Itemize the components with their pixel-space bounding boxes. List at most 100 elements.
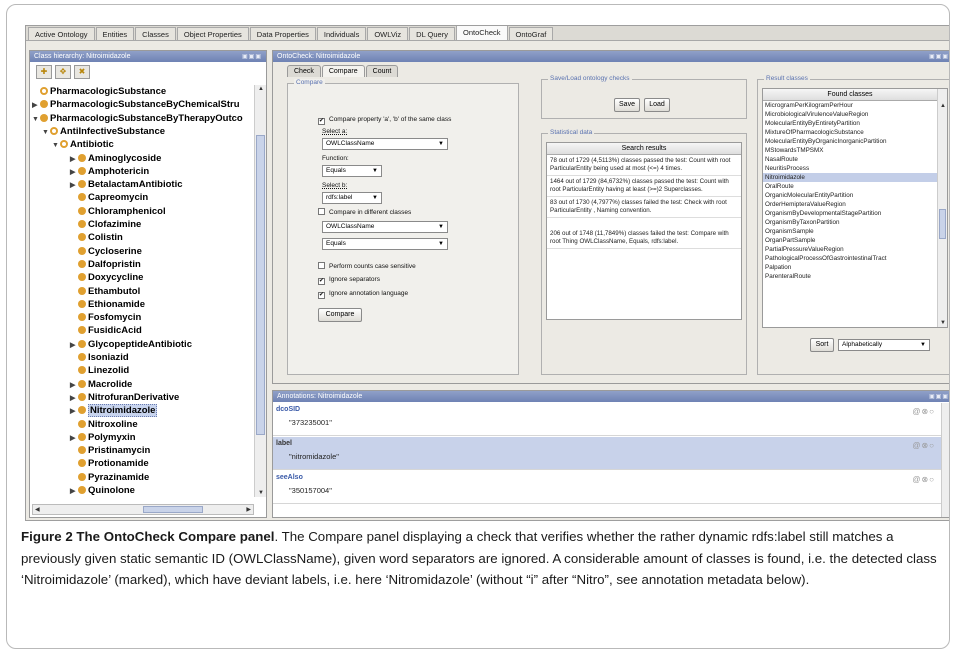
found-class-item[interactable]: OrderHemipteraValueRegion bbox=[763, 200, 937, 209]
tab-classes[interactable]: Classes bbox=[135, 27, 176, 40]
found-class-item[interactable]: MixtureOfPharmacologicSubstance bbox=[763, 128, 937, 137]
tree-node[interactable]: Protionamide bbox=[70, 457, 149, 470]
sort-order-dropdown[interactable]: Alphabetically ▼ bbox=[838, 339, 930, 351]
ignore-annotation-option[interactable]: ✔ Ignore annotation language bbox=[318, 290, 408, 299]
search-result-item[interactable]: 78 out of 1729 (4,5113%) classes passed … bbox=[547, 155, 741, 176]
select-b-dropdown[interactable]: rdfs:label ▼ bbox=[322, 192, 382, 204]
collapsed-toggle-icon[interactable]: ▶ bbox=[70, 405, 78, 418]
found-class-item[interactable]: MolecularEntityByEntiretyPartition bbox=[763, 119, 937, 128]
collapsed-toggle-icon[interactable]: ▶ bbox=[70, 392, 78, 405]
diff-classes-option[interactable]: Compare in different classes bbox=[318, 208, 411, 216]
scroll-up-icon[interactable]: ▲ bbox=[940, 103, 946, 109]
panel-controls-icon[interactable]: ▣▣▣ bbox=[242, 52, 262, 63]
tree-node[interactable]: Capreomycin bbox=[70, 191, 148, 204]
found-class-item[interactable]: OrganismSample bbox=[763, 227, 937, 236]
compare-button[interactable]: Compare bbox=[318, 308, 362, 322]
diff-select-2-dropdown[interactable]: Equals ▼ bbox=[322, 238, 448, 250]
subtab-check[interactable]: Check bbox=[287, 65, 321, 77]
tab-dl-query[interactable]: DL Query bbox=[409, 27, 455, 40]
annotation-row[interactable]: dcoSID "373235001" @⊗○ bbox=[273, 403, 941, 436]
tree-horizontal-scrollbar[interactable]: ◀ ▶ bbox=[32, 504, 254, 515]
tab-ontocheck[interactable]: OntoCheck bbox=[455, 26, 508, 40]
function-dropdown[interactable]: Equals ▼ bbox=[322, 165, 382, 177]
expanded-toggle-icon[interactable]: ▼ bbox=[52, 139, 60, 152]
ignore-separators-option[interactable]: ✔ Ignore separators bbox=[318, 276, 380, 285]
found-class-item[interactable]: MStowardsTMPSMX bbox=[763, 146, 937, 155]
tree-node[interactable]: ▼ Antibiotic bbox=[52, 138, 114, 151]
panel-controls-icon[interactable]: ▣▣▣ bbox=[929, 392, 949, 403]
select-a-dropdown[interactable]: OWLClassName ▼ bbox=[322, 138, 448, 150]
annotation-actions-icon[interactable]: @⊗○ bbox=[912, 407, 935, 416]
tree-node[interactable]: Chloramphenicol bbox=[70, 205, 166, 218]
tree-node[interactable]: Dalfopristin bbox=[70, 258, 141, 271]
annotation-actions-icon[interactable]: @⊗○ bbox=[912, 475, 935, 484]
tree-node[interactable]: Pristinamycin bbox=[70, 444, 150, 457]
tree-vertical-scrollbar[interactable]: ▲ ▼ bbox=[254, 85, 266, 497]
tree-node[interactable]: ▶ Aminoglycoside bbox=[70, 152, 161, 165]
case-sensitive-option[interactable]: Perform counts case sensitive bbox=[318, 262, 416, 270]
delete-class-icon[interactable]: ✖ bbox=[74, 65, 90, 79]
annotation-row[interactable]: label "nitromidazole" @⊗○ bbox=[273, 437, 941, 470]
ignore-separators-checkbox[interactable]: ✔ bbox=[318, 278, 325, 285]
tree-node[interactable]: Nitroxoline bbox=[70, 418, 138, 431]
tree-node[interactable]: ▶ Amphotericin bbox=[70, 165, 149, 178]
search-result-item[interactable]: 206 out of 1748 (11,7849%) classes faile… bbox=[547, 228, 741, 249]
collapsed-toggle-icon[interactable]: ▶ bbox=[70, 379, 78, 392]
scroll-down-icon[interactable]: ▼ bbox=[940, 320, 946, 326]
tree-node[interactable]: ▶ PharmacologicSubstanceByChemicalStru bbox=[32, 98, 240, 111]
found-class-item[interactable]: MicrobiologicalVirulenceValueRegion bbox=[763, 110, 937, 119]
expanded-toggle-icon[interactable]: ▼ bbox=[32, 113, 40, 126]
tree-node[interactable]: ▶ Macrolide bbox=[70, 378, 132, 391]
found-class-item[interactable]: Nitroimidazole bbox=[763, 173, 937, 182]
tree-node[interactable]: ▼ AntiInfectiveSubstance bbox=[42, 125, 165, 138]
tree-node[interactable]: Clofazimine bbox=[70, 218, 141, 231]
collapsed-toggle-icon[interactable]: ▶ bbox=[70, 339, 78, 352]
tree-node[interactable]: PharmacologicSubstance bbox=[32, 85, 166, 98]
tree-node[interactable]: Colistin bbox=[70, 231, 123, 244]
classes-scroll-thumb[interactable] bbox=[939, 209, 946, 239]
load-button[interactable]: Load bbox=[644, 98, 670, 112]
diff-select-1-dropdown[interactable]: OWLClassName ▼ bbox=[322, 221, 448, 233]
subtab-count[interactable]: Count bbox=[365, 65, 399, 77]
tree-node[interactable]: Doxycycline bbox=[70, 271, 143, 284]
search-result-item[interactable]: 1464 out of 1729 (84,6732%) classes pass… bbox=[547, 176, 741, 197]
annotation-actions-icon[interactable]: @⊗○ bbox=[912, 441, 935, 450]
tree-node[interactable]: ▼ PharmacologicSubstanceByTherapyOutco bbox=[32, 112, 243, 125]
search-results-list[interactable]: Search results 78 out of 1729 (4,5113%) … bbox=[546, 142, 742, 320]
tree-node[interactable]: ▶ BetalactamAntibiotic bbox=[70, 178, 183, 191]
tab-object-properties[interactable]: Object Properties bbox=[176, 27, 249, 40]
scroll-down-icon[interactable]: ▼ bbox=[258, 490, 264, 496]
found-class-item[interactable]: OrganismByDevelopmentalStagePartition bbox=[763, 209, 937, 218]
tree-node[interactable]: Ethambutol bbox=[70, 285, 140, 298]
expanded-toggle-icon[interactable]: ▼ bbox=[42, 126, 50, 139]
tree-node[interactable]: Pyrazinamide bbox=[70, 471, 149, 484]
found-class-item[interactable]: OralRoute bbox=[763, 182, 937, 191]
panel-controls-icon[interactable]: ▣▣▣ bbox=[929, 52, 949, 63]
tab-owlviz[interactable]: OWLViz bbox=[367, 27, 409, 40]
subtab-compare[interactable]: Compare bbox=[321, 65, 365, 77]
annotation-row[interactable]: seeAlso "350157004" @⊗○ bbox=[273, 471, 941, 504]
sort-button[interactable]: Sort bbox=[810, 338, 834, 352]
tree-node[interactable]: ▶ Quinolone bbox=[70, 484, 135, 497]
tree-node[interactable]: ▶ Polymyxin bbox=[70, 431, 136, 444]
found-class-item[interactable]: MolecularEntityByOrganicInorganicPartiti… bbox=[763, 137, 937, 146]
diff-classes-checkbox[interactable] bbox=[318, 208, 325, 215]
collapsed-toggle-icon[interactable]: ▶ bbox=[70, 166, 78, 179]
found-class-item[interactable]: OrganicMolecularEntityPartition bbox=[763, 191, 937, 200]
tree-node[interactable]: Ethionamide bbox=[70, 298, 145, 311]
tree-node[interactable]: ▶ Nitroimidazole bbox=[70, 404, 158, 418]
same-class-checkbox[interactable]: ✔ bbox=[318, 118, 325, 125]
collapsed-toggle-icon[interactable]: ▶ bbox=[70, 179, 78, 192]
found-class-item[interactable]: OrganPartSample bbox=[763, 236, 937, 245]
save-button[interactable]: Save bbox=[614, 98, 640, 112]
tab-ontograf[interactable]: OntoGraf bbox=[508, 27, 554, 40]
tree-node[interactable]: FusidicAcid bbox=[70, 324, 142, 337]
found-class-item[interactable]: Palpation bbox=[763, 263, 937, 272]
found-class-item[interactable]: ParenteralRoute bbox=[763, 272, 937, 281]
collapsed-toggle-icon[interactable]: ▶ bbox=[70, 153, 78, 166]
add-sibling-icon[interactable]: ✥ bbox=[55, 65, 71, 79]
tree-node[interactable]: ▶ GlycopeptideAntibiotic bbox=[70, 338, 192, 351]
found-class-item[interactable]: OrganismByTaxonPartition bbox=[763, 218, 937, 227]
tree-node[interactable]: Fosfomycin bbox=[70, 311, 141, 324]
found-class-item[interactable]: NeuritisProcess bbox=[763, 164, 937, 173]
